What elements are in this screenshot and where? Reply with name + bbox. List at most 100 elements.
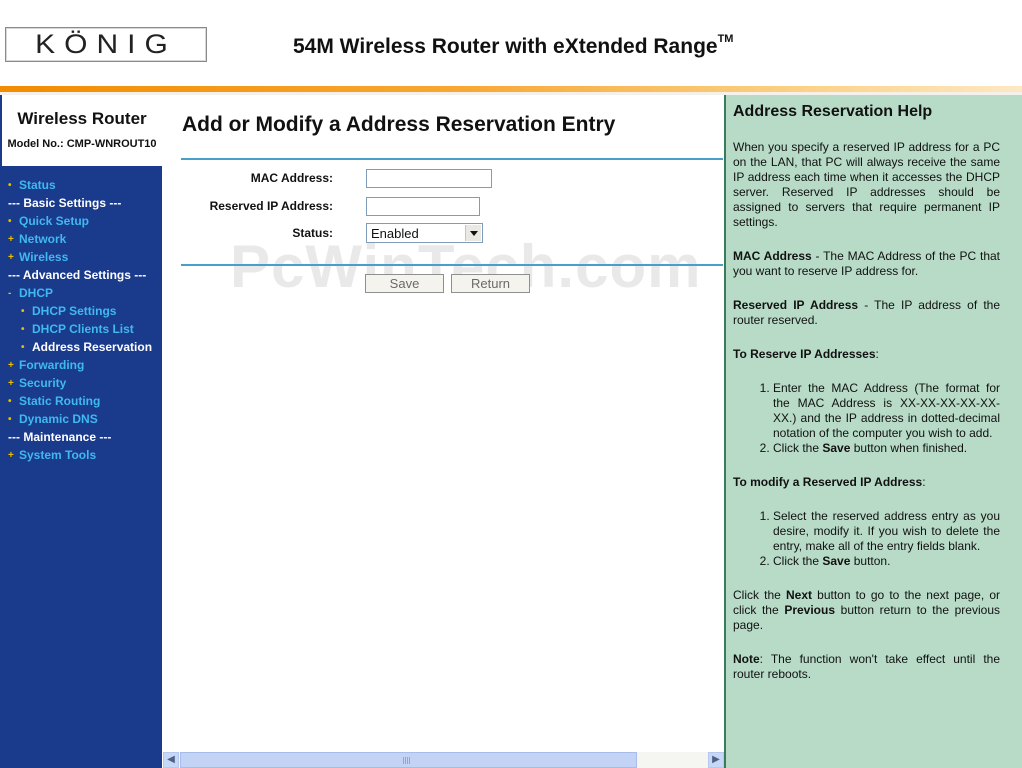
- page-header: KÖNIG 54M Wireless Router with eXtended …: [0, 0, 1022, 86]
- help-panel: Address Reservation Help When you specif…: [724, 95, 1022, 768]
- grip-icon: [403, 757, 411, 764]
- help-note: Note: The function won't take effect unt…: [733, 652, 1000, 682]
- sidebar-item-label: Forwarding: [19, 358, 85, 372]
- sidebar-nav: • Status --- Basic Settings --- • Quick Setu…: [2, 166, 162, 768]
- sidebar-item-dhcp-clients-list[interactable]: • DHCP Clients List: [2, 321, 162, 339]
- expand-icon: +: [8, 378, 14, 389]
- sidebar-item-forwarding[interactable]: + Forwarding: [2, 357, 162, 375]
- model-number: Model No.: CMP-WNROUT10: [7, 138, 157, 150]
- scroll-right-icon[interactable]: ▶: [708, 752, 724, 768]
- sidebar-item-dynamic-dns[interactable]: • Dynamic DNS: [2, 411, 162, 429]
- sidebar-menu: • Status --- Basic Settings --- • Quick Setu…: [2, 177, 162, 465]
- sidebar-item-label: Wireless: [19, 250, 69, 264]
- help-reserve-step-1: Enter the MAC Address (The format for th…: [773, 381, 1000, 441]
- sidebar-item-label: DHCP: [19, 286, 54, 300]
- help-reserve-step-2-post: button when finished.: [850, 441, 968, 455]
- help-modify-step-2: Click the Save button.: [773, 554, 1000, 569]
- help-ip: Reserved IP Address - The IP address of …: [733, 298, 1000, 328]
- help-mac-term: MAC Address: [733, 249, 812, 263]
- sidebar-title: Wireless Router: [17, 109, 147, 128]
- help-nav-pre: Click the: [733, 588, 786, 602]
- top-divider: [181, 158, 723, 160]
- reserved-ip-label: Reserved IP Address:: [209, 199, 333, 213]
- expand-icon: +: [8, 252, 14, 263]
- collapse-icon: -: [8, 288, 12, 299]
- bullet-icon: •: [8, 180, 12, 191]
- sidebar-item-dhcp[interactable]: - DHCP: [2, 285, 162, 303]
- bullet-icon: •: [21, 306, 25, 317]
- sidebar-item-status[interactable]: • Status: [2, 177, 162, 195]
- header-title: 54M Wireless Router with eXtended RangeT…: [293, 33, 734, 59]
- sidebar-item-dhcp-settings[interactable]: • DHCP Settings: [2, 303, 162, 321]
- scroll-left-icon[interactable]: ◀: [163, 752, 179, 768]
- help-intro: When you specify a reserved IP address f…: [733, 140, 1000, 229]
- help-modify-step-2-pre: Click the: [773, 554, 823, 568]
- header-title-text: 54M Wireless Router with eXtended Range: [293, 35, 718, 58]
- sidebar-item-label: --- Advanced Settings ---: [8, 268, 147, 282]
- main-content: PcWinTech.com Add or Modify a Address Re…: [163, 95, 724, 752]
- expand-icon: +: [8, 360, 14, 371]
- logo-text: KÖNIG: [35, 29, 177, 60]
- sidebar-item-label: Static Routing: [19, 394, 101, 408]
- bullet-icon: •: [21, 324, 25, 335]
- sidebar-header: Wireless Router Model No.: CMP-WNROUT10: [2, 95, 162, 166]
- sidebar-item-quick-setup[interactable]: • Quick Setup: [2, 213, 162, 231]
- sidebar-item-system-tools[interactable]: + System Tools: [2, 447, 162, 465]
- sidebar-item-label: --- Maintenance ---: [8, 430, 112, 444]
- expand-icon: +: [8, 234, 14, 245]
- sidebar-item-wireless[interactable]: + Wireless: [2, 249, 162, 267]
- help-body: When you specify a reserved IP address f…: [733, 140, 1000, 701]
- sidebar-section-basic-settings: --- Basic Settings ---: [2, 195, 162, 213]
- help-modify-step-2-bold: Save: [822, 554, 851, 568]
- return-button[interactable]: Return: [451, 274, 530, 293]
- sidebar-item-label: Dynamic DNS: [19, 412, 98, 426]
- status-select[interactable]: Enabled: [366, 223, 483, 243]
- bottom-divider: [181, 264, 723, 266]
- sidebar-item-static-routing[interactable]: • Static Routing: [2, 393, 162, 411]
- help-nav-prev: Previous: [784, 603, 836, 617]
- help-reserve-step-2-pre: Click the: [773, 441, 823, 455]
- help-note-label: Note: [733, 652, 760, 666]
- help-reserve-step-2: Click the Save button when finished.: [773, 441, 1000, 456]
- mac-address-label: MAC Address:: [250, 171, 333, 185]
- sidebar-section-maintenance: --- Maintenance ---: [2, 429, 162, 447]
- help-title: Address Reservation Help: [733, 103, 933, 120]
- reserved-ip-input[interactable]: [366, 197, 480, 216]
- chevron-down-icon[interactable]: [465, 225, 481, 241]
- scroll-thumb[interactable]: [180, 752, 637, 768]
- sidebar-item-label: DHCP Clients List: [32, 322, 134, 336]
- sidebar-item-label: Quick Setup: [19, 214, 90, 228]
- bullet-icon: •: [21, 342, 25, 353]
- help-modify-steps: Select the reserved address entry as you…: [733, 509, 1000, 569]
- sidebar-item-label: DHCP Settings: [32, 304, 117, 318]
- help-nav-next: Next: [785, 588, 812, 602]
- bullet-icon: •: [8, 396, 12, 407]
- help-reserve-step-2-bold: Save: [822, 441, 851, 455]
- help-ip-term: Reserved IP Address: [733, 298, 859, 312]
- sidebar-item-address-reservation[interactable]: • Address Reservation: [2, 339, 162, 357]
- status-label: Status:: [292, 226, 333, 240]
- page-title: Add or Modify a Address Reservation Entr…: [182, 113, 616, 136]
- horizontal-scrollbar[interactable]: ◀ ▶: [163, 752, 724, 768]
- save-button[interactable]: Save: [365, 274, 444, 293]
- sidebar-section-advanced-settings: --- Advanced Settings ---: [2, 267, 162, 285]
- help-modify-heading-text: To modify a Reserved IP Address: [733, 475, 923, 489]
- sidebar-item-label: Address Reservation: [32, 340, 153, 354]
- sidebar-item-label: Status: [19, 178, 56, 192]
- help-note-text: : The function won't take effect until t…: [733, 652, 1000, 681]
- help-modify-heading: To modify a Reserved IP Address:: [733, 475, 926, 489]
- help-modify-step-2-post: button.: [850, 554, 891, 568]
- help-mac: MAC Address - The MAC Address of the PC …: [733, 249, 1000, 279]
- sidebar-item-security[interactable]: + Security: [2, 375, 162, 393]
- help-reserve-heading: To Reserve IP Addresses:: [733, 347, 879, 361]
- mac-address-input[interactable]: [366, 169, 492, 188]
- sidebar-item-network[interactable]: + Network: [2, 231, 162, 249]
- sidebar-item-label: Security: [19, 376, 67, 390]
- sidebar-item-label: System Tools: [19, 448, 97, 462]
- help-reserve-steps: Enter the MAC Address (The format for th…: [733, 381, 1000, 456]
- help-navigation: Click the Next button to go to the next …: [733, 588, 1000, 633]
- trademark-mark: TM: [717, 33, 734, 45]
- help-reserve-heading-text: To Reserve IP Addresses: [733, 347, 876, 361]
- status-value: Enabled: [371, 226, 419, 241]
- bullet-icon: •: [8, 414, 12, 425]
